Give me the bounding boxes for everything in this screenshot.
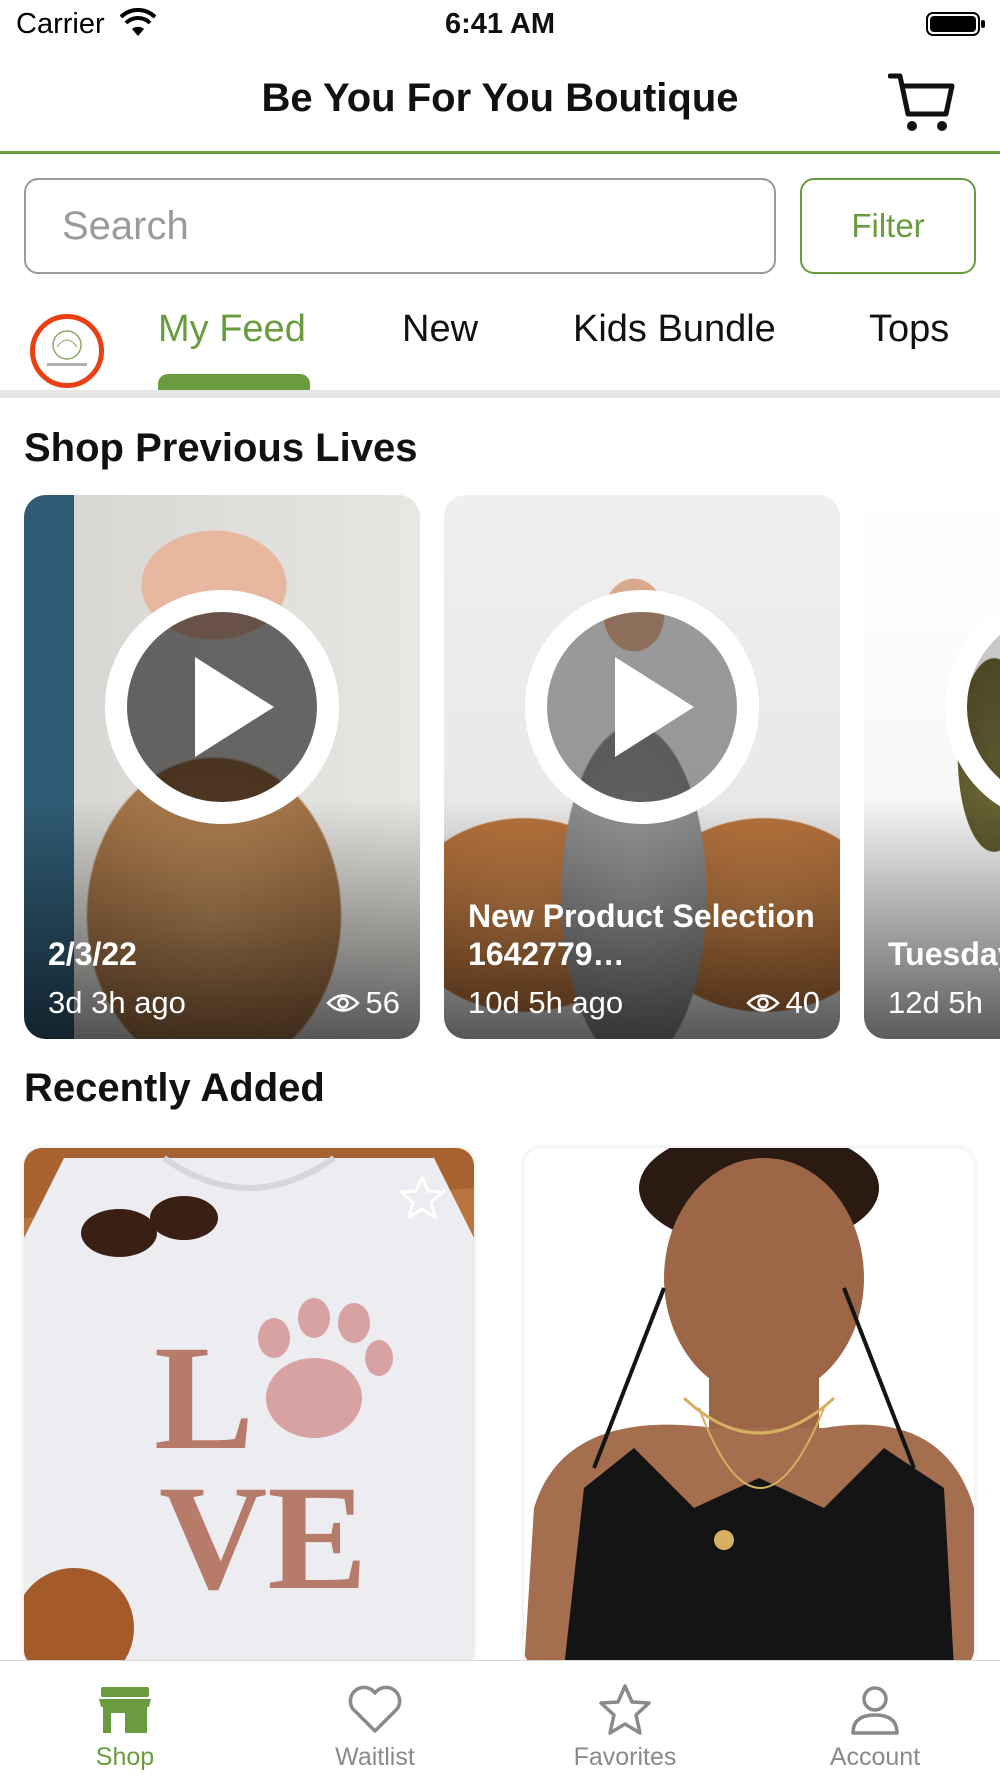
- live-time-ago: 12d 5h: [888, 985, 983, 1020]
- tab-tops[interactable]: Tops: [869, 308, 949, 351]
- live-card[interactable]: 2/3/22 3d 3h ago 56: [24, 495, 420, 1039]
- product-card[interactable]: [524, 1148, 974, 1668]
- store-logo[interactable]: [30, 314, 104, 388]
- live-card[interactable]: Tuesday and Bo 12d 5h: [864, 495, 1000, 1039]
- svg-text:VE: VE: [159, 1455, 367, 1621]
- play-icon[interactable]: [942, 587, 1000, 827]
- status-time: 6:41 AM: [444, 8, 556, 40]
- play-icon[interactable]: [522, 587, 762, 827]
- live-card[interactable]: New Product Selection 1642779… 10d 5h ag…: [444, 495, 840, 1039]
- live-title: 2/3/22: [48, 936, 137, 972]
- tab-waitlist[interactable]: Waitlist: [250, 1661, 500, 1778]
- heart-icon: [348, 1685, 402, 1733]
- cart-icon[interactable]: [888, 70, 956, 134]
- store-logo-mark: [47, 330, 87, 366]
- tab-shop[interactable]: Shop: [0, 1661, 250, 1778]
- person-icon: [851, 1686, 899, 1735]
- storefront-icon: [99, 1687, 151, 1733]
- tab-my-feed[interactable]: My Feed: [158, 308, 306, 351]
- tab-favorites-label: Favorites: [573, 1743, 677, 1771]
- product-image: [524, 1148, 974, 1668]
- tabs-divider: [0, 390, 1000, 398]
- tab-kids-bundle[interactable]: Kids Bundle: [573, 308, 776, 351]
- live-views-count: 40: [785, 985, 820, 1020]
- live-title: New Product Selection 1642779…: [468, 898, 815, 972]
- favorite-star-icon[interactable]: [898, 1174, 946, 1222]
- eye-icon: [325, 994, 360, 1012]
- tab-shop-label: Shop: [95, 1743, 155, 1771]
- live-time-ago: 10d 5h ago: [468, 985, 624, 1020]
- star-icon: [599, 1684, 651, 1735]
- tab-favorites[interactable]: Favorites: [500, 1661, 750, 1778]
- navbar: Be You For You Boutique: [0, 50, 1000, 154]
- page-title: Be You For You Boutique: [261, 76, 739, 120]
- play-icon[interactable]: [102, 587, 342, 827]
- favorite-star-icon[interactable]: [398, 1174, 446, 1222]
- tab-account-label: Account: [829, 1743, 921, 1771]
- product-card[interactable]: L VE: [24, 1148, 474, 1668]
- battery-icon: [926, 12, 985, 36]
- tab-new[interactable]: New: [402, 308, 478, 351]
- live-views-count: 56: [365, 985, 400, 1020]
- live-time-ago: 3d 3h ago: [48, 985, 186, 1020]
- live-title: Tuesday and Bo: [888, 936, 1000, 972]
- search-input[interactable]: [24, 178, 776, 274]
- live-views: 56: [325, 985, 400, 1021]
- tab-bar: Shop Waitlist Favorites Account: [0, 1660, 1000, 1778]
- live-views: 40: [745, 985, 820, 1021]
- tab-waitlist-label: Waitlist: [335, 1743, 415, 1771]
- eye-icon: [745, 994, 780, 1012]
- category-tabs: My Feed New Kids Bundle Tops: [0, 296, 1000, 392]
- tab-account[interactable]: Account: [750, 1661, 1000, 1778]
- section-title-recently-added: Recently Added: [24, 1066, 325, 1110]
- filter-button[interactable]: Filter: [800, 178, 976, 274]
- product-image: L VE: [24, 1148, 474, 1668]
- section-title-previous-lives: Shop Previous Lives: [24, 426, 418, 470]
- status-bar: Carrier 6:41 AM: [0, 0, 1000, 50]
